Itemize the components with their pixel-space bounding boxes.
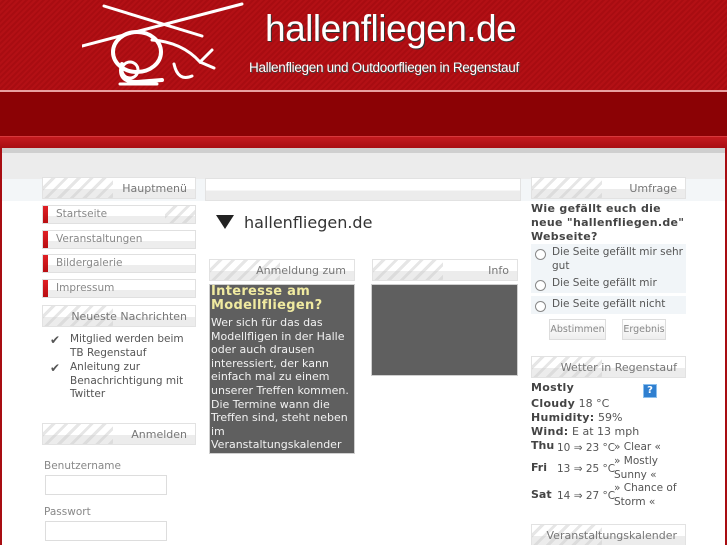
weather-title: Wetter in Regenstauf xyxy=(560,361,677,374)
nav-band xyxy=(0,92,727,136)
forecast-day: Thu xyxy=(531,439,555,452)
nav-band-bottom xyxy=(0,136,727,148)
forecast-temp: 13 ⇒ 25 °C xyxy=(557,463,616,475)
forecast-temp: 14 ⇒ 27 °C xyxy=(557,490,616,502)
password-label: Passwort xyxy=(44,506,91,518)
poll-question: Wie gefällt euch die neue "hallenfliegen… xyxy=(531,202,685,243)
wind-value: E at 13 mph xyxy=(572,425,640,438)
page-title: hallenfliegen.de xyxy=(216,213,372,232)
news-list: ✔ Mitglied werden beim TB Regenstauf ✔ A… xyxy=(50,333,200,403)
forecast-condition: » Mostly Sunny « xyxy=(614,455,658,481)
radio-button[interactable] xyxy=(535,249,546,260)
check-icon: ✔ xyxy=(50,361,61,375)
poll-option-label: Die Seite gefällt mir sehr gut xyxy=(552,246,684,272)
weather-humidity: Humidity: 59% xyxy=(531,411,622,425)
news-item-label[interactable]: Mitglied werden beim TB Regenstauf xyxy=(70,333,184,359)
news-item[interactable]: ✔ Mitglied werden beim TB Regenstauf xyxy=(50,333,200,360)
humidity-value: 59% xyxy=(597,411,623,424)
registration-box-text: Wer sich für das das Modellfligen in der… xyxy=(211,316,349,452)
poll-header: Umfrage xyxy=(531,177,686,199)
weather-temp: 18 °C xyxy=(578,397,610,410)
menu-item-label: Veranstaltungen xyxy=(56,233,143,245)
registration-header: Anmeldung zum xyxy=(209,259,355,281)
forecast-day: Sat xyxy=(531,488,552,501)
info-title: Info xyxy=(488,264,509,277)
helicopter-icon[interactable] xyxy=(80,2,252,88)
weather-wind: Wind: E at 13 mph xyxy=(531,425,639,439)
info-box xyxy=(371,284,518,376)
poll-option[interactable]: Die Seite gefällt mir sehr gut xyxy=(531,244,686,276)
menu-item-impressum[interactable]: Impressum xyxy=(42,279,196,298)
wind-label: Wind: xyxy=(531,425,569,438)
poll-option-label: Die Seite gefällt mir xyxy=(552,277,657,289)
weather-condition-line2: Cloudy xyxy=(531,397,576,410)
main-menu-title: Hauptmenü xyxy=(122,182,187,195)
forecast-day: Fri xyxy=(531,461,548,474)
main-menu-header: Hauptmenü xyxy=(42,177,196,199)
info-header: Info xyxy=(372,259,518,281)
poll-option[interactable]: Die Seite gefällt mir xyxy=(531,275,686,294)
password-input[interactable] xyxy=(45,521,167,541)
triangle-down-icon xyxy=(216,215,234,229)
poll-option-label: Die Seite gefällt nicht xyxy=(552,298,666,310)
menu-item-veranstaltungen[interactable]: Veranstaltungen xyxy=(42,230,196,249)
humidity-label: Humidity: xyxy=(531,411,595,424)
calendar-title: Veranstaltungskalender xyxy=(546,529,677,542)
news-header: Neueste Nachrichten xyxy=(42,305,196,327)
poll-title: Umfrage xyxy=(629,182,677,195)
results-button[interactable]: Ergebnis xyxy=(622,319,666,340)
registration-box-title: Interesse am Modellfliegen? xyxy=(211,284,323,313)
username-label: Benutzername xyxy=(44,460,121,472)
menu-item-label: Bildergalerie xyxy=(56,257,123,269)
check-icon: ✔ xyxy=(50,333,61,347)
radio-button[interactable] xyxy=(535,301,546,312)
registration-title: Anmeldung zum xyxy=(256,264,346,277)
vote-button[interactable]: Abstimmen xyxy=(549,319,606,340)
forecast-condition: » Chance of Storm « xyxy=(614,482,677,508)
help-icon[interactable]: ? xyxy=(643,384,657,398)
breadcrumb-bar xyxy=(205,178,521,201)
weather-current: Cloudy 18 °C xyxy=(531,397,609,411)
username-input[interactable] xyxy=(45,475,167,495)
frame-top-area xyxy=(2,153,725,179)
menu-item-label: Impressum xyxy=(56,282,115,294)
radio-button[interactable] xyxy=(535,280,546,291)
menu-item-label: Startseite xyxy=(56,208,108,220)
login-header: Anmelden xyxy=(42,423,196,445)
news-item[interactable]: ✔ Anleitung zur Benachrichtigung mit Twi… xyxy=(50,361,200,402)
weather-condition-line1: Mostly xyxy=(531,381,575,394)
news-title: Neueste Nachrichten xyxy=(71,310,187,323)
poll-option[interactable]: Die Seite gefällt nicht xyxy=(531,296,686,315)
menu-item-bildergalerie[interactable]: Bildergalerie xyxy=(42,254,196,273)
site-title[interactable]: hallenfliegen.de xyxy=(265,8,517,50)
forecast-condition: » Clear « xyxy=(614,441,661,453)
calendar-header: Veranstaltungskalender xyxy=(531,524,686,545)
menu-item-startseite[interactable]: Startseite xyxy=(42,205,196,224)
page-title-text: hallenfliegen.de xyxy=(244,213,373,232)
forecast-temp: 10 ⇒ 23 °C xyxy=(557,442,616,454)
login-title: Anmelden xyxy=(131,428,187,441)
weather-header: Wetter in Regenstauf xyxy=(531,356,686,378)
news-item-label[interactable]: Anleitung zur Benachrichtigung mit Twitt… xyxy=(70,361,183,400)
site-subtitle: Hallenfliegen und Outdoorfliegen in Rege… xyxy=(249,60,519,75)
weather-condition: Mostly xyxy=(531,381,574,395)
